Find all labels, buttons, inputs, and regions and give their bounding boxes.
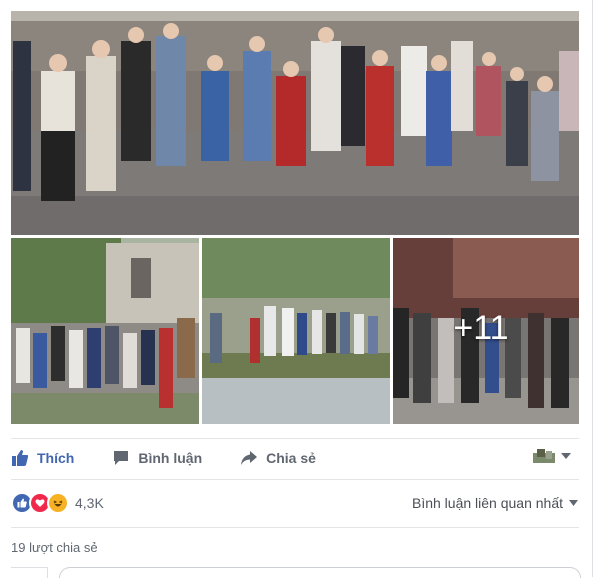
divider-middle <box>11 479 579 480</box>
chevron-down-icon <box>561 453 571 459</box>
page-avatar-icon <box>533 449 555 463</box>
share-count[interactable]: 19 lượt chia sẻ <box>11 540 98 555</box>
thumbs-up-icon <box>12 450 29 466</box>
like-button[interactable]: Thích <box>11 449 74 467</box>
comment-input[interactable] <box>59 567 581 578</box>
photo-group-more[interactable]: +11 <box>393 238 579 424</box>
share-button[interactable]: Chia sẻ <box>240 449 316 467</box>
photo-crowd-road[interactable] <box>11 11 579 235</box>
more-photos-count[interactable]: +11 <box>393 238 579 424</box>
photo-pond-procession[interactable] <box>202 238 390 424</box>
like-label: Thích <box>37 450 75 466</box>
comment-label: Bình luận <box>138 450 203 466</box>
comment-button[interactable]: Bình luận <box>112 449 202 467</box>
haha-icon <box>47 492 69 514</box>
card-border <box>592 0 593 577</box>
reactions-summary[interactable]: 4,3K <box>11 490 104 516</box>
comment-composer <box>11 567 581 578</box>
action-bar: Thích Bình luận Chia sẻ <box>11 441 579 475</box>
comment-sort-label: Bình luận liên quan nhất <box>411 495 563 511</box>
chevron-down-icon <box>569 500 578 506</box>
share-label: Chia sẻ <box>266 450 316 466</box>
avatar <box>11 567 48 578</box>
reaction-count: 4,3K <box>75 495 104 511</box>
share-arrow-icon <box>241 451 258 465</box>
comment-sort-dropdown[interactable]: Bình luận liên quan nhất <box>412 495 578 511</box>
divider-bottom <box>11 527 579 528</box>
divider-top <box>11 438 579 439</box>
photo-crowd-house[interactable] <box>11 238 199 424</box>
post-as-selector[interactable] <box>533 449 571 463</box>
comment-icon <box>114 451 129 465</box>
